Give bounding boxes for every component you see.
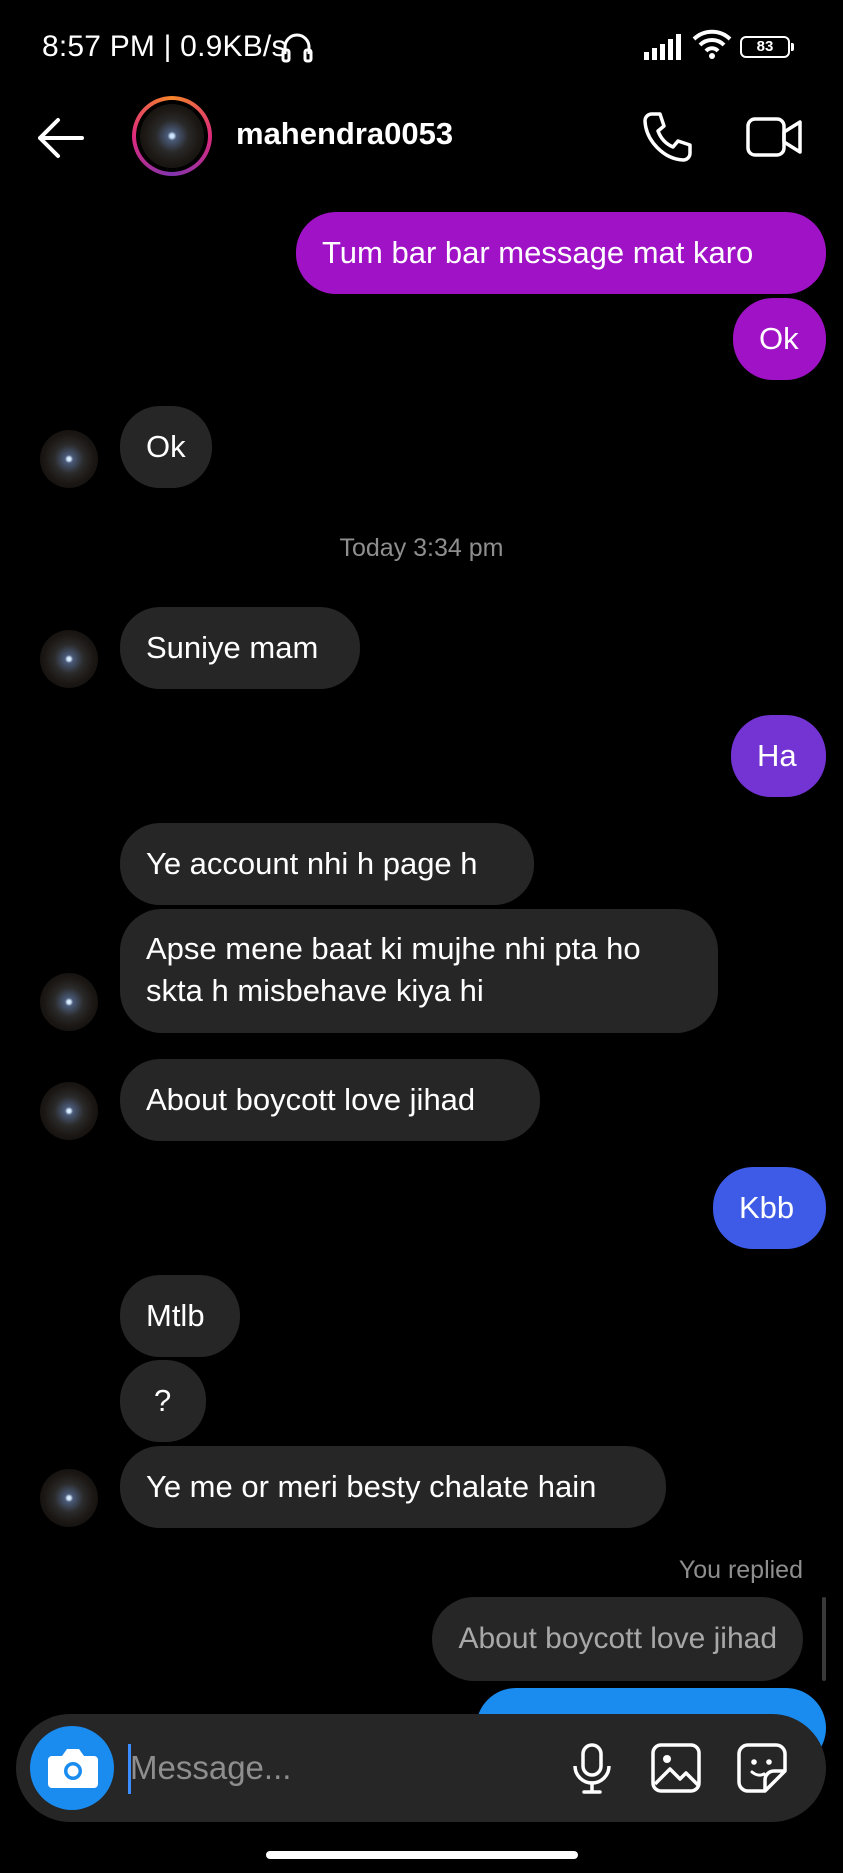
wifi-icon xyxy=(692,29,732,59)
camera-icon[interactable] xyxy=(30,1726,114,1810)
microphone-icon[interactable] xyxy=(564,1740,620,1796)
message-outgoing[interactable]: Ha xyxy=(731,715,826,797)
sender-avatar[interactable] xyxy=(40,973,98,1031)
message-incoming[interactable]: About boycott love jihad xyxy=(120,1059,540,1141)
timestamp: Today 3:34 pm xyxy=(339,534,504,562)
message-incoming[interactable]: Ye account nhi h page h xyxy=(120,823,534,905)
you-replied-label: You replied xyxy=(678,1556,803,1584)
text-cursor xyxy=(128,1744,131,1794)
reply-indicator-bar xyxy=(822,1597,826,1681)
avatar[interactable] xyxy=(132,96,212,176)
phone-icon[interactable] xyxy=(638,108,696,166)
battery-icon: 83 xyxy=(740,36,794,58)
back-arrow-icon[interactable] xyxy=(32,110,88,166)
headphone-icon xyxy=(281,33,313,63)
sender-avatar[interactable] xyxy=(40,1469,98,1527)
message-incoming[interactable]: Suniye mam xyxy=(120,607,360,689)
message-incoming[interactable]: ? xyxy=(120,1360,206,1442)
battery-level: 83 xyxy=(756,38,774,55)
message-input[interactable] xyxy=(130,1738,550,1798)
status-time-speed: 8:57 PM | 0.9KB/s xyxy=(42,30,287,63)
message-outgoing[interactable]: Kbb xyxy=(713,1167,826,1249)
signal-icon xyxy=(644,34,681,60)
message-incoming[interactable]: Mtlb xyxy=(120,1275,240,1357)
contact-username[interactable]: mahendra0053 xyxy=(236,116,453,152)
sender-avatar[interactable] xyxy=(40,1082,98,1140)
video-camera-icon[interactable] xyxy=(744,108,804,166)
message-outgoing[interactable]: Tum bar bar message mat karo xyxy=(296,212,826,294)
home-indicator[interactable] xyxy=(266,1851,578,1859)
chat-header: mahendra0053 xyxy=(0,96,843,226)
message-incoming[interactable]: Ok xyxy=(120,406,212,488)
message-composer xyxy=(16,1714,826,1822)
sender-avatar[interactable] xyxy=(40,630,98,688)
message-incoming[interactable]: Apse mene baat ki mujhe nhi pta ho skta … xyxy=(120,909,718,1033)
status-bar: 8:57 PM | 0.9KB/s 83 xyxy=(0,0,843,96)
sender-avatar[interactable] xyxy=(40,430,98,488)
gallery-icon[interactable] xyxy=(648,1740,704,1796)
sticker-icon[interactable] xyxy=(734,1740,790,1796)
message-incoming[interactable]: Ye me or meri besty chalate hain xyxy=(120,1446,666,1528)
message-outgoing[interactable]: Ok xyxy=(733,298,826,380)
reply-quoted-message[interactable]: About boycott love jihad xyxy=(432,1597,803,1681)
